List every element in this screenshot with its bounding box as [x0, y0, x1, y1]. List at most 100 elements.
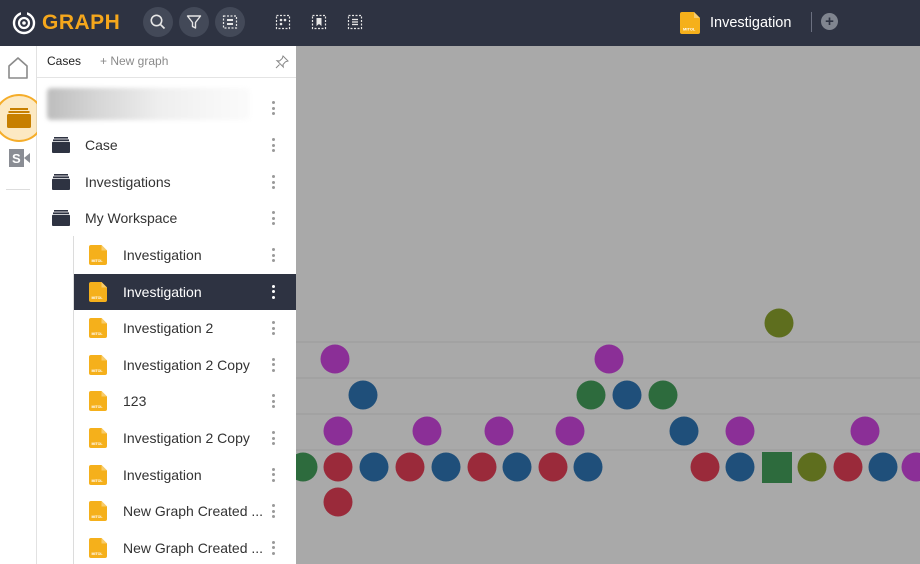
- app-logo[interactable]: GRAPH: [12, 9, 120, 37]
- folder-icon: [52, 210, 70, 226]
- graph-node[interactable]: [555, 416, 585, 446]
- folder-row[interactable]: Investigations: [37, 164, 296, 200]
- graph-node[interactable]: [320, 344, 350, 374]
- graph-file-icon: MITOL: [89, 318, 107, 339]
- more-menu-icon[interactable]: [271, 357, 275, 372]
- new-graph-button[interactable]: + New graph: [100, 54, 168, 68]
- graph-node[interactable]: [538, 452, 568, 482]
- layout-icon: [222, 15, 238, 29]
- graph-node[interactable]: [323, 452, 353, 482]
- cases-folder-icon: [7, 108, 31, 128]
- graph-item-row[interactable]: MITOL Investigation 2 Copy: [74, 347, 296, 383]
- more-menu-icon[interactable]: [271, 175, 275, 189]
- graph-item-row[interactable]: MITOL Investigation: [74, 273, 296, 310]
- top-bar: GRAPH MITOL Investigation +: [0, 0, 920, 46]
- file-icon-label: MITOL: [92, 259, 104, 263]
- graph-node[interactable]: [833, 452, 863, 482]
- list-select-icon: [347, 14, 363, 30]
- graph-node[interactable]: [797, 452, 827, 482]
- graph-item-row[interactable]: MITOL 123: [74, 383, 296, 419]
- folder-icon: [52, 137, 70, 153]
- graph-node[interactable]: [484, 416, 514, 446]
- file-icon-label: MITOL: [92, 515, 104, 519]
- more-menu-icon[interactable]: [271, 467, 275, 482]
- graph-node[interactable]: [901, 452, 920, 482]
- graph-title-tab[interactable]: MITOL Investigation: [680, 10, 791, 36]
- more-menu-icon[interactable]: [271, 540, 275, 555]
- blurred-row[interactable]: [37, 90, 296, 126]
- graph-node[interactable]: [594, 344, 624, 374]
- graph-title: Investigation: [710, 15, 792, 31]
- add-graph-button[interactable]: +: [821, 13, 838, 30]
- graph-node[interactable]: [690, 452, 720, 482]
- graph-svg[interactable]: [296, 46, 920, 564]
- graph-node-square[interactable]: [762, 452, 792, 483]
- graph-file-icon: MITOL: [89, 281, 107, 302]
- list-select-button[interactable]: [340, 7, 370, 37]
- graph-item-row[interactable]: MITOL New Graph Created ...: [74, 493, 296, 529]
- more-menu-icon[interactable]: [271, 138, 275, 152]
- bookmark-select-button[interactable]: [304, 7, 334, 37]
- graph-node[interactable]: [431, 452, 461, 482]
- folder-row[interactable]: Case: [37, 127, 296, 163]
- graph-node[interactable]: [323, 487, 353, 517]
- s-module-icon[interactable]: S: [9, 149, 30, 167]
- graph-node[interactable]: [648, 380, 678, 410]
- more-menu-icon[interactable]: [271, 101, 275, 115]
- graph-file-icon: MITOL: [89, 464, 107, 485]
- more-menu-icon[interactable]: [271, 504, 275, 519]
- select-all-button[interactable]: [268, 7, 298, 37]
- folder-row[interactable]: My Workspace: [37, 200, 296, 236]
- file-icon-label: MITOL: [683, 27, 696, 32]
- select-all-icon: [275, 14, 291, 30]
- more-menu-icon[interactable]: [271, 321, 275, 336]
- tab-cases[interactable]: Cases: [47, 54, 81, 68]
- layout-button[interactable]: [215, 7, 245, 37]
- graph-item-row[interactable]: MITOL Investigation 2: [74, 310, 296, 346]
- more-menu-icon[interactable]: [271, 211, 275, 225]
- file-icon-label: MITOL: [92, 332, 104, 336]
- graph-node[interactable]: [323, 416, 353, 446]
- filter-button[interactable]: [179, 7, 209, 37]
- pin-icon[interactable]: [275, 55, 289, 69]
- graph-node[interactable]: [612, 380, 642, 410]
- graph-node[interactable]: [669, 416, 699, 446]
- plus-icon: +: [825, 13, 834, 30]
- bookmark-select-icon: [311, 14, 327, 30]
- graph-item-row[interactable]: MITOL New Graph Created ...: [74, 530, 296, 564]
- folder-label: Case: [85, 137, 118, 153]
- graph-item-row[interactable]: MITOL Investigation: [74, 457, 296, 493]
- home-icon[interactable]: [7, 56, 29, 80]
- more-menu-icon[interactable]: [271, 248, 275, 262]
- more-menu-icon[interactable]: [271, 284, 275, 299]
- file-icon-label: MITOL: [92, 405, 104, 409]
- graph-file-icon: MITOL: [89, 501, 107, 522]
- graph-item-row[interactable]: MITOL Investigation: [74, 237, 296, 273]
- graph-node[interactable]: [576, 380, 606, 410]
- graph-node[interactable]: [868, 452, 898, 482]
- graph-file-icon: MITOL: [89, 354, 107, 375]
- graph-node[interactable]: [573, 452, 603, 482]
- graph-item-label: 123: [123, 393, 147, 410]
- graph-node[interactable]: [395, 452, 425, 482]
- graph-node[interactable]: [725, 452, 755, 482]
- graph-item-label: Investigation 2 Copy: [123, 356, 250, 373]
- more-menu-icon[interactable]: [271, 431, 275, 445]
- panel-header: Cases + New graph: [37, 46, 296, 78]
- graph-node[interactable]: [725, 416, 755, 446]
- folder-label: My Workspace: [85, 210, 178, 226]
- graph-node[interactable]: [412, 416, 442, 446]
- graph-item-row[interactable]: MITOL Investigation 2 Copy: [74, 420, 296, 456]
- more-menu-icon[interactable]: [271, 394, 275, 409]
- graph-node[interactable]: [296, 452, 318, 482]
- graph-node[interactable]: [764, 308, 794, 338]
- graph-node[interactable]: [850, 416, 880, 446]
- graph-canvas[interactable]: [296, 46, 920, 564]
- graph-item-label: New Graph Created ...: [123, 539, 264, 556]
- graph-node[interactable]: [467, 452, 497, 482]
- graph-node[interactable]: [359, 452, 389, 482]
- graph-node[interactable]: [348, 380, 378, 410]
- graph-item-label: Investigation 2 Copy: [123, 430, 250, 446]
- graph-node[interactable]: [502, 452, 532, 482]
- search-button[interactable]: [143, 7, 173, 37]
